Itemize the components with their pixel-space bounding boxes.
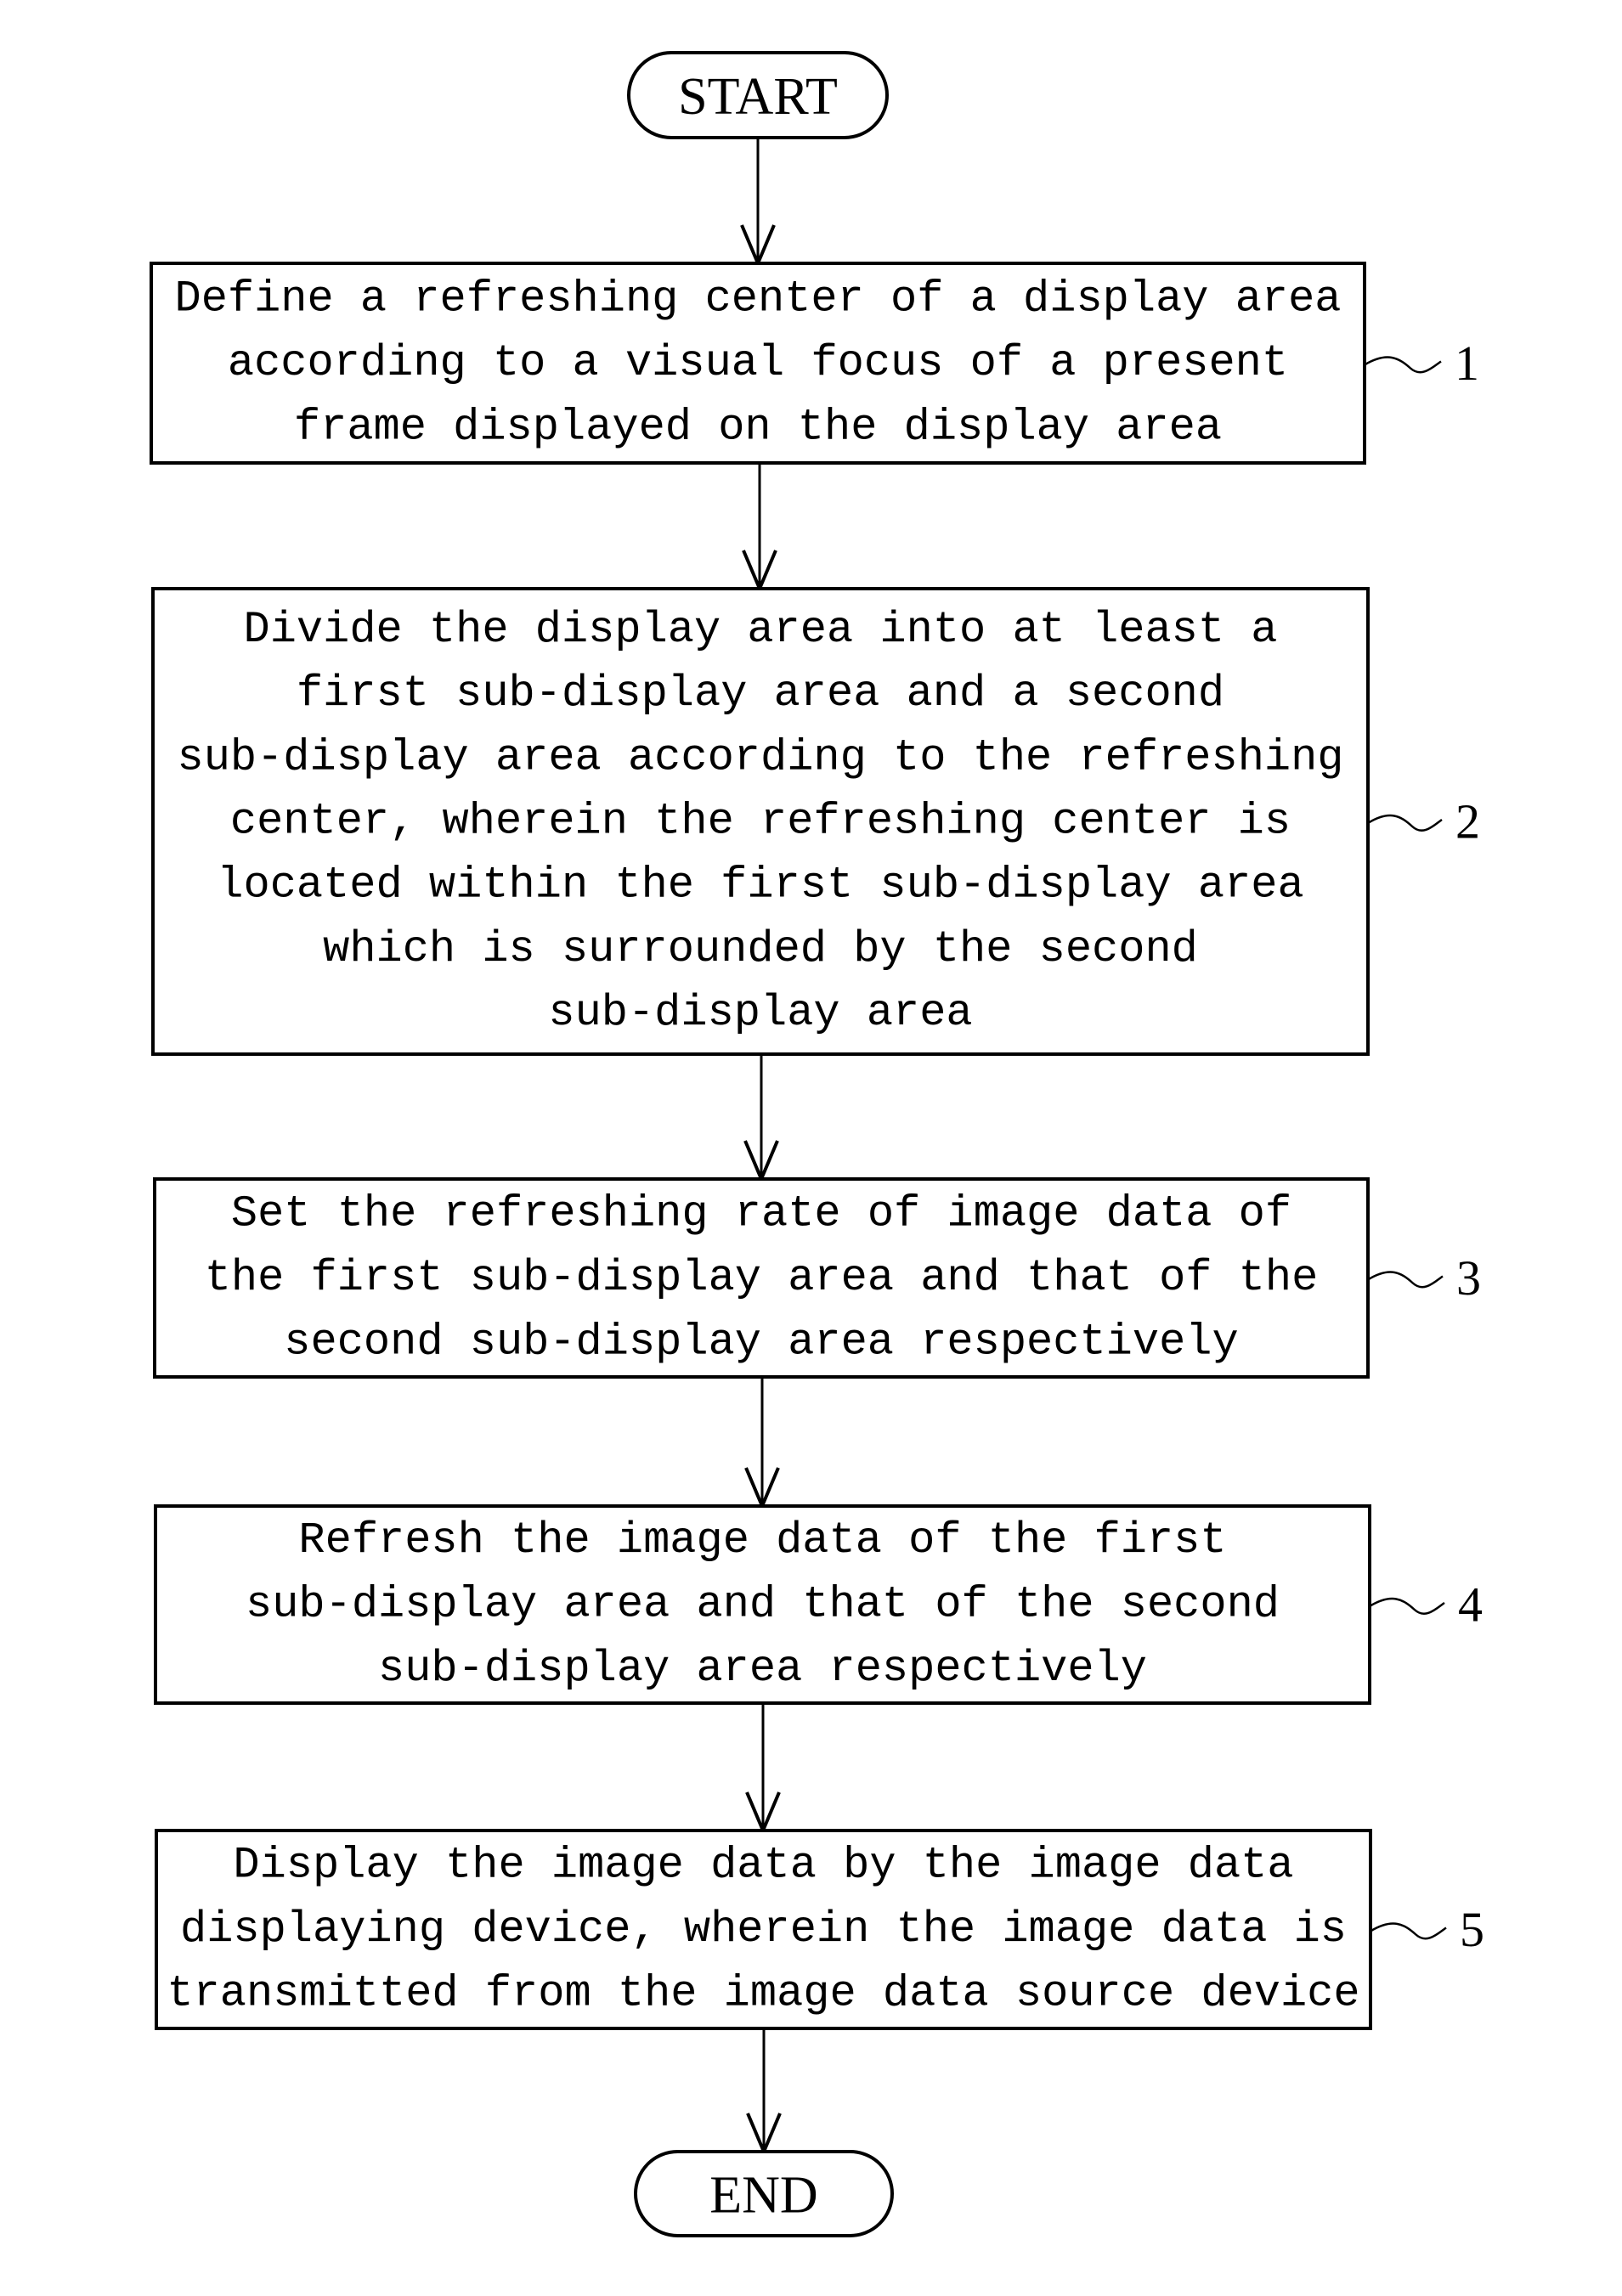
- flowchart-diagram: START Define a refreshing center of a di…: [150, 51, 1484, 2237]
- step-text-line: sub-display area respectively: [378, 1644, 1147, 1694]
- step-text-line: center, wherein the refreshing center is: [230, 797, 1291, 847]
- flow-arrow: [740, 138, 776, 268]
- process-steps: Define a refreshing center of a display …: [150, 262, 1484, 2030]
- step-text-line: sub-display area and that of the second: [246, 1580, 1280, 1630]
- reference-numeral: 1: [1455, 336, 1479, 391]
- process-step-2: Divide the display area into at least a f…: [151, 587, 1480, 1056]
- step-text-line: sub-display area: [548, 988, 972, 1038]
- reference-numeral: 5: [1460, 1902, 1484, 1957]
- step-text-line: located within the first sub-display are…: [217, 860, 1303, 911]
- step-text-line: Display the image data by the image data: [233, 1841, 1293, 1891]
- start-terminal: START: [627, 51, 889, 139]
- flow-arrow: [743, 1054, 779, 1184]
- reference-numeral: 2: [1455, 794, 1480, 849]
- process-step-3: Set the refreshing rate of image data of…: [153, 1177, 1481, 1379]
- step-text-line: second sub-display area respectively: [284, 1317, 1238, 1368]
- end-label: END: [709, 2167, 817, 2225]
- flow-arrow: [746, 2028, 782, 2157]
- reference-leader-line: [1367, 1271, 1444, 1289]
- process-step-4: Refresh the image data of the first sub-d…: [154, 1504, 1483, 1705]
- step-text-line: according to a visual focus of a present: [228, 338, 1288, 388]
- flow-arrow: [742, 463, 777, 594]
- step-text-line: Refresh the image data of the first: [298, 1515, 1226, 1565]
- step-text-line: Define a refreshing center of a display …: [174, 274, 1341, 324]
- reference-leader-line: [1370, 1922, 1447, 1940]
- reference-leader-line: [1369, 1597, 1445, 1615]
- step-text-line: first sub-display area and a second: [297, 668, 1224, 719]
- step-text-line: Set the refreshing rate of image data of: [231, 1189, 1291, 1239]
- step-text-line: sub-display area according to the refres…: [177, 732, 1343, 782]
- process-step-5: Display the image data by the image data…: [155, 1829, 1484, 2030]
- start-label: START: [678, 68, 838, 126]
- reference-numeral: 3: [1456, 1250, 1481, 1306]
- step-text-line: which is surrounded by the second: [323, 924, 1198, 974]
- end-terminal: END: [634, 2150, 894, 2237]
- step-text-line: the first sub-display area and that of t…: [205, 1253, 1319, 1303]
- reference-leader-line: [1364, 356, 1442, 374]
- process-step-1: Define a refreshing center of a display …: [150, 262, 1479, 465]
- reference-numeral: 4: [1458, 1577, 1483, 1633]
- step-text-line: frame displayed on the display area: [294, 403, 1222, 453]
- step-text-line: displaying device, wherein the image dat…: [180, 1904, 1347, 1955]
- step-text-line: Divide the display area into at least a: [244, 605, 1278, 655]
- reference-leader-line: [1367, 814, 1443, 832]
- flow-arrow: [745, 1703, 781, 1836]
- flow-arrow: [744, 1377, 780, 1511]
- step-text-line: transmitted from the image data source d…: [167, 1969, 1359, 2019]
